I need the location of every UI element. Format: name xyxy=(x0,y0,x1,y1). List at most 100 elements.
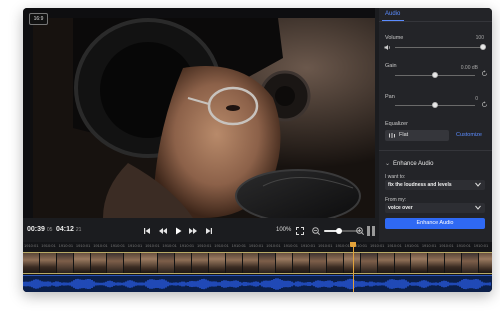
ruler-tick-label: 1910:01 xyxy=(456,243,471,248)
video-thumbnail xyxy=(175,253,192,273)
volume-value: 100 xyxy=(475,35,484,41)
playhead[interactable] xyxy=(353,242,354,292)
video-thumbnail xyxy=(107,253,125,273)
ruler-tick-label: 1910:01 xyxy=(179,243,195,248)
ruler-tick-label: 1910:01 xyxy=(266,243,281,248)
want-select-value: fix the loudness and levels xyxy=(388,182,452,188)
customize-link[interactable]: Customize xyxy=(456,132,482,138)
ruler-tick-label: 1910:01 xyxy=(369,243,385,248)
ruler-tick-label: 1910:01 xyxy=(162,243,177,248)
ruler-tick-label: 1910:01 xyxy=(196,243,212,248)
video-thumbnail xyxy=(276,253,294,273)
ruler-tick-label: 1910:01 xyxy=(300,243,316,248)
video-thumbnail xyxy=(208,253,226,273)
video-thumbnail xyxy=(191,253,209,273)
gain-slider[interactable] xyxy=(395,72,475,78)
total-frames: 21 xyxy=(75,227,82,233)
tab-audio[interactable]: Audio xyxy=(385,11,400,17)
audio-track[interactable] xyxy=(23,275,492,292)
play-icon[interactable] xyxy=(173,226,183,236)
video-thumbnail xyxy=(462,253,480,273)
ruler-tick-label: 1910:01 xyxy=(58,243,74,248)
skip-end-icon[interactable] xyxy=(204,226,214,236)
ruler-tick-label: 1910:01 xyxy=(248,243,264,248)
video-thumbnail xyxy=(73,253,91,273)
playhead-handle[interactable] xyxy=(350,242,356,247)
ruler-tick-label: 1910:01 xyxy=(439,243,454,248)
aspect-ratio-badge[interactable]: 16:9 xyxy=(29,13,48,25)
rewind-icon[interactable] xyxy=(158,226,168,236)
fast-forward-icon[interactable] xyxy=(188,226,198,236)
video-thumbnail xyxy=(428,253,446,273)
video-thumbnail xyxy=(225,253,243,273)
ruler-tick-label: 1910:01 xyxy=(318,243,333,248)
transport-bar: 00:39 05 04:12 21 100% xyxy=(23,220,375,242)
pan-reset-icon[interactable] xyxy=(481,101,488,108)
gain-reset-icon[interactable] xyxy=(481,70,488,77)
video-preview[interactable]: 16:9 xyxy=(23,8,375,218)
want-select[interactable]: fix the loudness and levels xyxy=(385,180,485,190)
fullscreen-icon[interactable] xyxy=(295,226,305,236)
pan-slider-thumb[interactable] xyxy=(432,102,438,108)
video-thumbnail xyxy=(360,253,378,273)
section-divider xyxy=(379,150,492,151)
ruler-tick-label: 1910:01 xyxy=(214,243,229,248)
timeline[interactable]: 1910:01 1910:01 1910:01 1910:01 1910:01 1910:… xyxy=(23,242,492,292)
audio-waveform xyxy=(23,278,491,290)
video-thumbnail xyxy=(23,253,40,273)
ruler-tick-label: 1910:01 xyxy=(231,243,247,248)
enhance-audio-title: Enhance Audio xyxy=(393,161,434,167)
equalizer-icon xyxy=(389,133,395,138)
volume-slider-thumb[interactable] xyxy=(480,44,486,50)
chevron-down-icon xyxy=(475,205,481,210)
ruler-tick-label: 1910:01 xyxy=(473,243,489,248)
video-thumbnail xyxy=(411,253,429,273)
video-thumbnail xyxy=(56,253,74,273)
video-thumbnail xyxy=(445,253,463,273)
ruler-tick-label: 1910:01 xyxy=(24,243,39,248)
ruler-tick-label: 1910:01 xyxy=(127,243,143,248)
speaker-icon[interactable] xyxy=(384,44,391,51)
zoom-in-icon[interactable] xyxy=(355,226,365,236)
video-track[interactable] xyxy=(23,252,492,274)
gain-value: 0.00 dB xyxy=(460,65,478,71)
video-thumbnail xyxy=(327,253,344,273)
ruler-tick-label: 1910:01 xyxy=(421,243,437,248)
video-thumbnail xyxy=(158,253,176,273)
current-timecode: 00:39 05 xyxy=(27,226,52,233)
pan-label: Pan xyxy=(385,94,395,100)
snap-toggle-icon[interactable] xyxy=(366,225,376,237)
video-thumbnail xyxy=(124,253,142,273)
current-time: 00:39 xyxy=(27,226,45,233)
video-thumbnail xyxy=(259,253,277,273)
video-thumbnail xyxy=(141,253,159,273)
ruler-tick-label: 1910:01 xyxy=(41,243,56,248)
chevron-down-icon xyxy=(475,182,481,187)
skip-start-icon[interactable] xyxy=(142,226,152,236)
equalizer-preset-select[interactable]: Flat xyxy=(385,130,449,141)
chevron-down-icon: ⌄ xyxy=(385,161,391,167)
ruler-tick-label: 1910:01 xyxy=(75,243,91,248)
zoom-percentage[interactable]: 100% xyxy=(276,227,291,233)
total-time: 04:12 xyxy=(56,226,74,233)
zoom-slider-thumb[interactable] xyxy=(335,228,342,234)
ruler-tick-label: 1910:01 xyxy=(387,243,402,248)
video-thumbnail xyxy=(377,253,395,273)
from-select[interactable]: voice over xyxy=(385,203,485,213)
ruler-tick-label: 1910:01 xyxy=(110,243,125,248)
zoom-out-icon[interactable] xyxy=(311,226,321,236)
enhance-audio-button[interactable]: Enhance Audio xyxy=(385,218,485,229)
panel-divider xyxy=(379,21,492,22)
ruler-tick-label: 1910:01 xyxy=(283,243,298,248)
video-frame xyxy=(33,18,375,218)
editor-window: 16:9 00:39 05 04:12 21 100% Audio Volume… xyxy=(23,8,492,292)
video-thumbnail xyxy=(293,253,311,273)
video-thumbnail xyxy=(310,253,328,273)
video-thumbnail xyxy=(479,253,492,273)
volume-slider[interactable] xyxy=(395,44,486,50)
gain-slider-thumb[interactable] xyxy=(432,72,438,78)
time-ruler[interactable]: 1910:01 1910:01 1910:01 1910:01 1910:01 1910:… xyxy=(23,242,492,250)
ruler-tick-label: 1910:01 xyxy=(404,243,419,248)
enhance-audio-header[interactable]: ⌄ Enhance Audio xyxy=(385,160,433,167)
pan-slider[interactable] xyxy=(395,102,475,108)
